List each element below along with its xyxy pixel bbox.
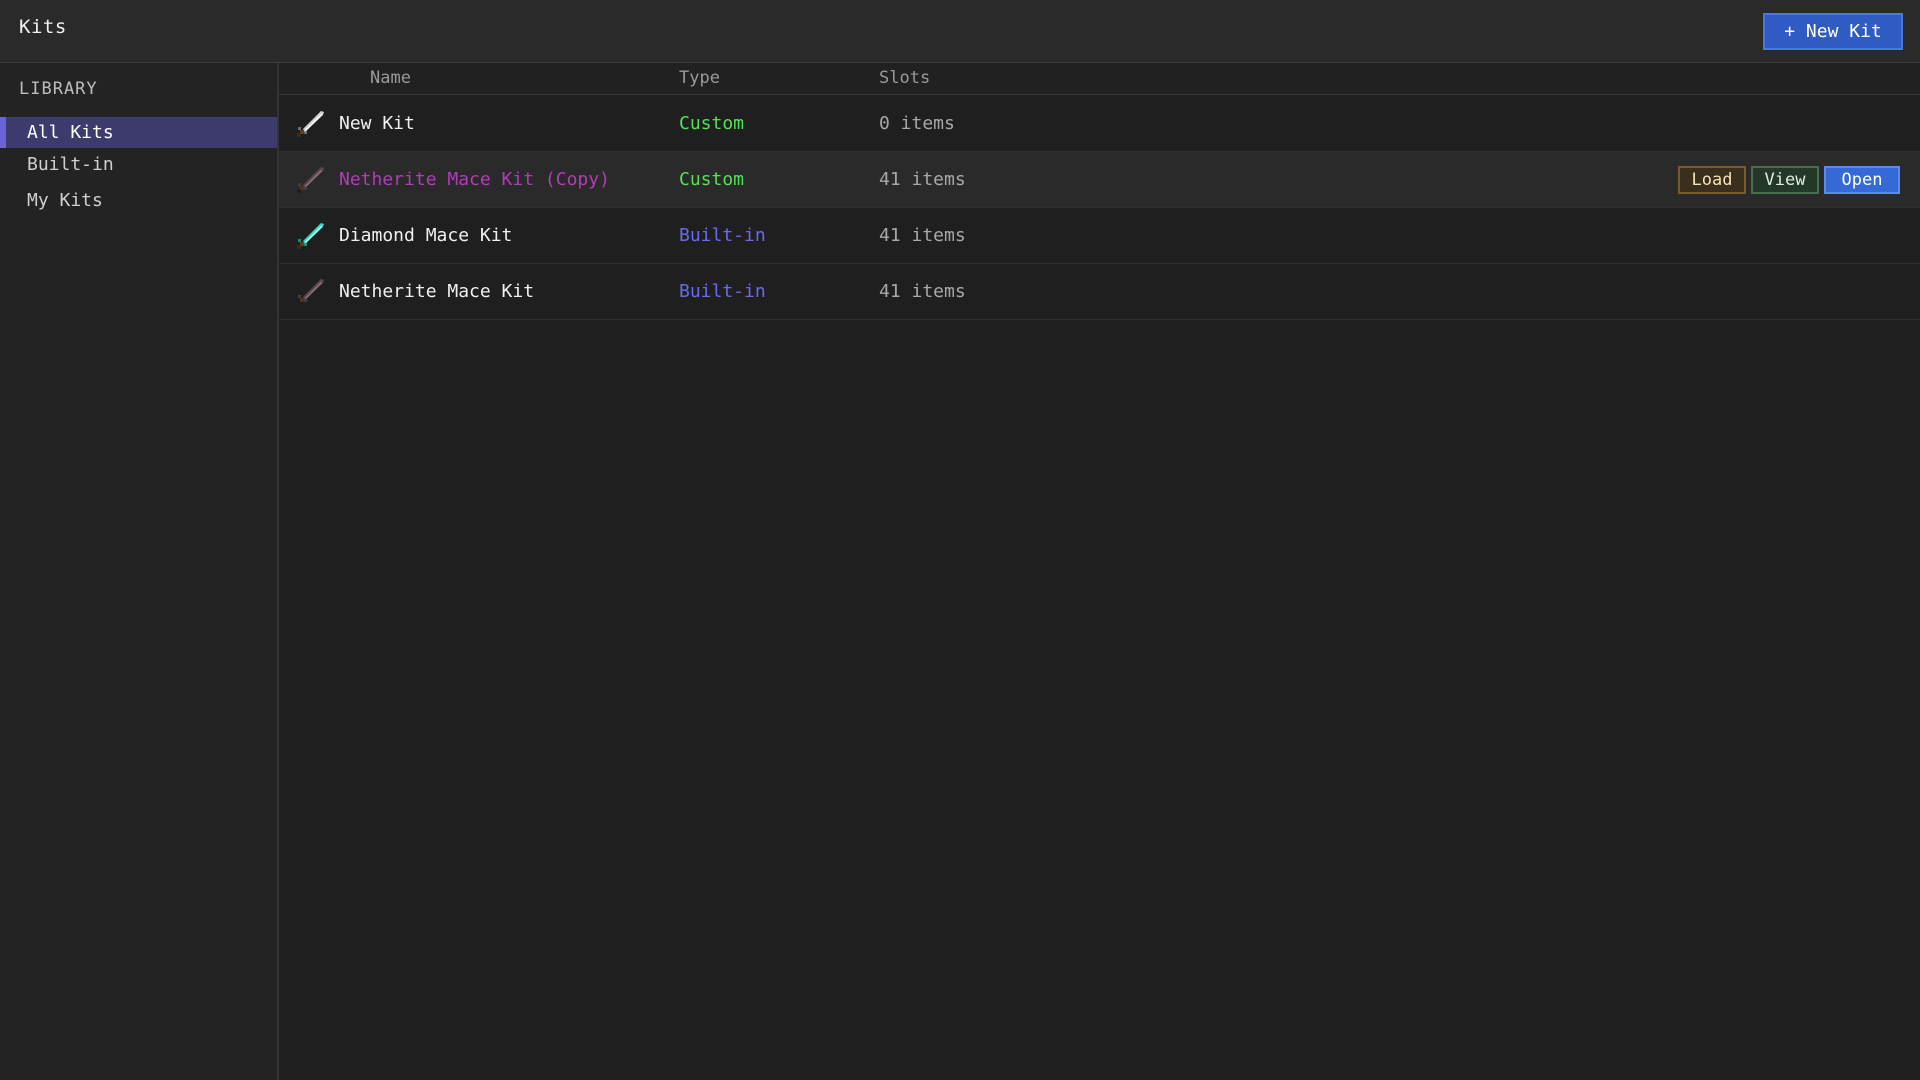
open-button[interactable]: Open	[1824, 166, 1900, 194]
kit-slots: 41 items	[879, 225, 966, 246]
top-bar: Kits + New Kit	[0, 0, 1920, 63]
kit-slots: 41 items	[879, 281, 966, 302]
column-header-type[interactable]: Type	[679, 68, 720, 88]
page-title: Kits	[19, 16, 67, 38]
diamond-sword-icon	[297, 223, 324, 249]
sidebar-item-label: My Kits	[27, 190, 103, 211]
column-header-name[interactable]: Name	[370, 68, 411, 88]
kit-slots: 41 items	[879, 169, 966, 190]
sidebar-item-all-kits[interactable]: All Kits	[0, 117, 277, 148]
kit-type: Custom	[679, 169, 745, 190]
sidebar-item-my-kits[interactable]: My Kits	[0, 185, 277, 216]
table-header: Name Type Slots	[279, 63, 1920, 95]
sidebar-section-title: LIBRARY	[19, 79, 98, 99]
kit-slots: 0 items	[879, 113, 955, 134]
kit-name: Netherite Mace Kit (Copy)	[339, 169, 610, 190]
kit-type: Built-in	[679, 225, 766, 246]
iron-sword-icon	[297, 111, 324, 137]
kit-name: Diamond Mace Kit	[339, 225, 513, 246]
new-kit-button[interactable]: + New Kit	[1763, 13, 1903, 50]
kit-name: Netherite Mace Kit	[339, 281, 535, 302]
sidebar: LIBRARY All Kits Built-in My Kits	[0, 63, 279, 1080]
sidebar-item-built-in[interactable]: Built-in	[0, 149, 277, 180]
netherite-sword-icon	[297, 279, 324, 305]
kits-table: Name Type Slots New Kit Custom 0 items N…	[279, 63, 1920, 1080]
netherite-sword-icon	[297, 167, 324, 193]
table-row[interactable]: Netherite Mace Kit (Copy) Custom 41 item…	[279, 152, 1920, 208]
view-button[interactable]: View	[1751, 166, 1819, 194]
sidebar-item-label: Built-in	[27, 154, 114, 175]
table-row[interactable]: Netherite Mace Kit Built-in 41 items	[279, 264, 1920, 320]
sidebar-item-label: All Kits	[27, 122, 114, 143]
table-row[interactable]: New Kit Custom 0 items	[279, 96, 1920, 152]
kit-type: Built-in	[679, 281, 766, 302]
table-row[interactable]: Diamond Mace Kit Built-in 41 items	[279, 208, 1920, 264]
column-header-slots[interactable]: Slots	[879, 68, 930, 88]
kit-type: Custom	[679, 113, 745, 134]
kit-name: New Kit	[339, 113, 415, 134]
load-button[interactable]: Load	[1678, 166, 1746, 194]
row-actions: Load View Open	[1678, 166, 1900, 194]
